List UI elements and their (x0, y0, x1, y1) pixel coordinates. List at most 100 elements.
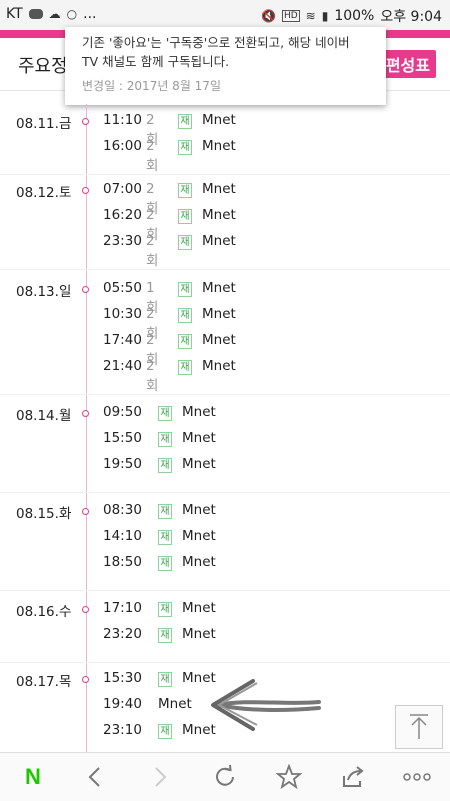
air-time: 15:50 (103, 430, 142, 446)
back-icon[interactable] (75, 761, 115, 793)
channel-name: Mnet (202, 233, 236, 249)
schedule-button[interactable]: 편성표 (379, 50, 436, 78)
air-time: 05:50 (103, 280, 142, 296)
rerun-badge: 재 (158, 458, 172, 473)
schedule-date: 08.14.월 (16, 408, 72, 424)
channel-name: Mnet (158, 696, 192, 712)
rerun-badge: 재 (158, 406, 172, 421)
air-time: 23:20 (103, 626, 142, 642)
group-divider (0, 662, 450, 663)
group-divider (0, 492, 450, 493)
carrier-label: KT (6, 6, 23, 22)
browser-toolbar: N (0, 752, 450, 801)
rerun-badge: 재 (178, 235, 192, 250)
more-icon[interactable] (397, 761, 437, 793)
channel-name: Mnet (182, 456, 216, 472)
air-time: 23:10 (103, 722, 142, 738)
refresh-icon[interactable] (205, 761, 245, 793)
channel-name: Mnet (202, 306, 236, 322)
clock: 오후 9:04 (380, 9, 442, 25)
air-time: 15:30 (103, 670, 142, 686)
episode-number: 2회 (146, 233, 159, 269)
schedule-date: 08.15.화 (16, 506, 72, 522)
share-icon[interactable] (333, 761, 373, 793)
arrow-up-icon (410, 714, 428, 739)
rerun-badge: 재 (158, 628, 172, 643)
timeline-line (86, 104, 87, 754)
channel-name: Mnet (182, 404, 216, 420)
air-time: 19:50 (103, 456, 142, 472)
rerun-badge: 재 (158, 504, 172, 519)
cloud-icon: ☁ (48, 7, 61, 21)
channel-name: Mnet (202, 138, 236, 154)
air-time: 21:40 (103, 358, 142, 374)
group-divider (0, 394, 450, 395)
annotation-arrow (211, 679, 321, 731)
rerun-badge: 재 (158, 556, 172, 571)
air-time: 10:30 (103, 306, 142, 322)
tooltip-line-2: TV 채널도 함께 구독됩니다. (82, 54, 230, 69)
naver-logo-icon[interactable]: N (13, 761, 53, 793)
timeline-dot (82, 676, 89, 683)
sync-icon: ○ (66, 7, 78, 21)
group-divider (0, 174, 450, 175)
air-time: 14:10 (103, 528, 142, 544)
wifi-icon: ≋ (305, 9, 316, 23)
group-divider (0, 269, 450, 270)
notice-tooltip: 기존 '좋아요'는 '구독중'으로 전환되고, 해당 네이버 TV 채널도 함께… (65, 27, 386, 105)
channel-name: Mnet (202, 280, 236, 296)
air-time: 16:00 (103, 138, 142, 154)
group-divider (0, 590, 450, 591)
hd-icon: HD (281, 10, 300, 22)
air-time: 16:20 (103, 207, 142, 223)
battery-level: 100% (334, 8, 375, 24)
rerun-badge: 재 (158, 432, 172, 447)
schedule-date: 08.17.목 (16, 674, 72, 690)
rerun-badge: 재 (178, 209, 192, 224)
channel-name: Mnet (182, 626, 216, 642)
rerun-badge: 재 (178, 114, 192, 129)
air-time: 19:40 (103, 696, 142, 712)
episode-number: 2회 (146, 138, 159, 174)
mute-icon: 🔇 (260, 9, 276, 23)
signal-icon: ▮ (321, 9, 329, 23)
more-notifications: ... (83, 6, 97, 22)
rerun-badge: 재 (178, 282, 192, 297)
rerun-badge: 재 (158, 724, 172, 739)
channel-name: Mnet (202, 358, 236, 374)
channel-name: Mnet (182, 554, 216, 570)
star-icon[interactable] (269, 761, 309, 793)
rerun-badge: 재 (158, 530, 172, 545)
timeline-dot (82, 410, 89, 417)
rerun-badge: 재 (178, 183, 192, 198)
rerun-badge: 재 (158, 672, 172, 687)
channel-name: Mnet (202, 332, 236, 348)
channel-name: Mnet (182, 430, 216, 446)
tooltip-line-1: 기존 '좋아요'는 '구독중'으로 전환되고, 해당 네이버 (82, 35, 350, 50)
channel-name: Mnet (202, 112, 236, 128)
schedule-date: 08.12.토 (16, 185, 72, 201)
rerun-badge: 재 (178, 334, 192, 349)
channel-name: Mnet (182, 600, 216, 616)
timeline-dot (82, 606, 89, 613)
timeline-dot (82, 187, 89, 194)
channel-name: Mnet (202, 207, 236, 223)
timeline-dot (82, 118, 89, 125)
rerun-badge: 재 (178, 140, 192, 155)
air-time: 08:30 (103, 502, 142, 518)
air-time: 17:10 (103, 600, 142, 616)
scroll-top-button[interactable] (395, 705, 443, 749)
air-time: 11:10 (103, 112, 142, 128)
channel-name: Mnet (202, 181, 236, 197)
tooltip-date: 변경일 : 2017년 8월 17일 (82, 79, 221, 93)
rerun-badge: 재 (178, 308, 192, 323)
page-title: 주요정 (18, 56, 68, 77)
channel-name: Mnet (182, 502, 216, 518)
rerun-badge: 재 (178, 360, 192, 375)
air-time: 18:50 (103, 554, 142, 570)
episode-number: 2회 (146, 358, 159, 394)
forward-icon[interactable] (140, 761, 180, 793)
status-bar: KT ☁ ○ ... 🔇 HD ≋ ▮ 100% 오후 9:04 (0, 0, 450, 30)
schedule-date: 08.11.금 (16, 116, 72, 132)
schedule-date: 08.13.일 (16, 284, 72, 300)
